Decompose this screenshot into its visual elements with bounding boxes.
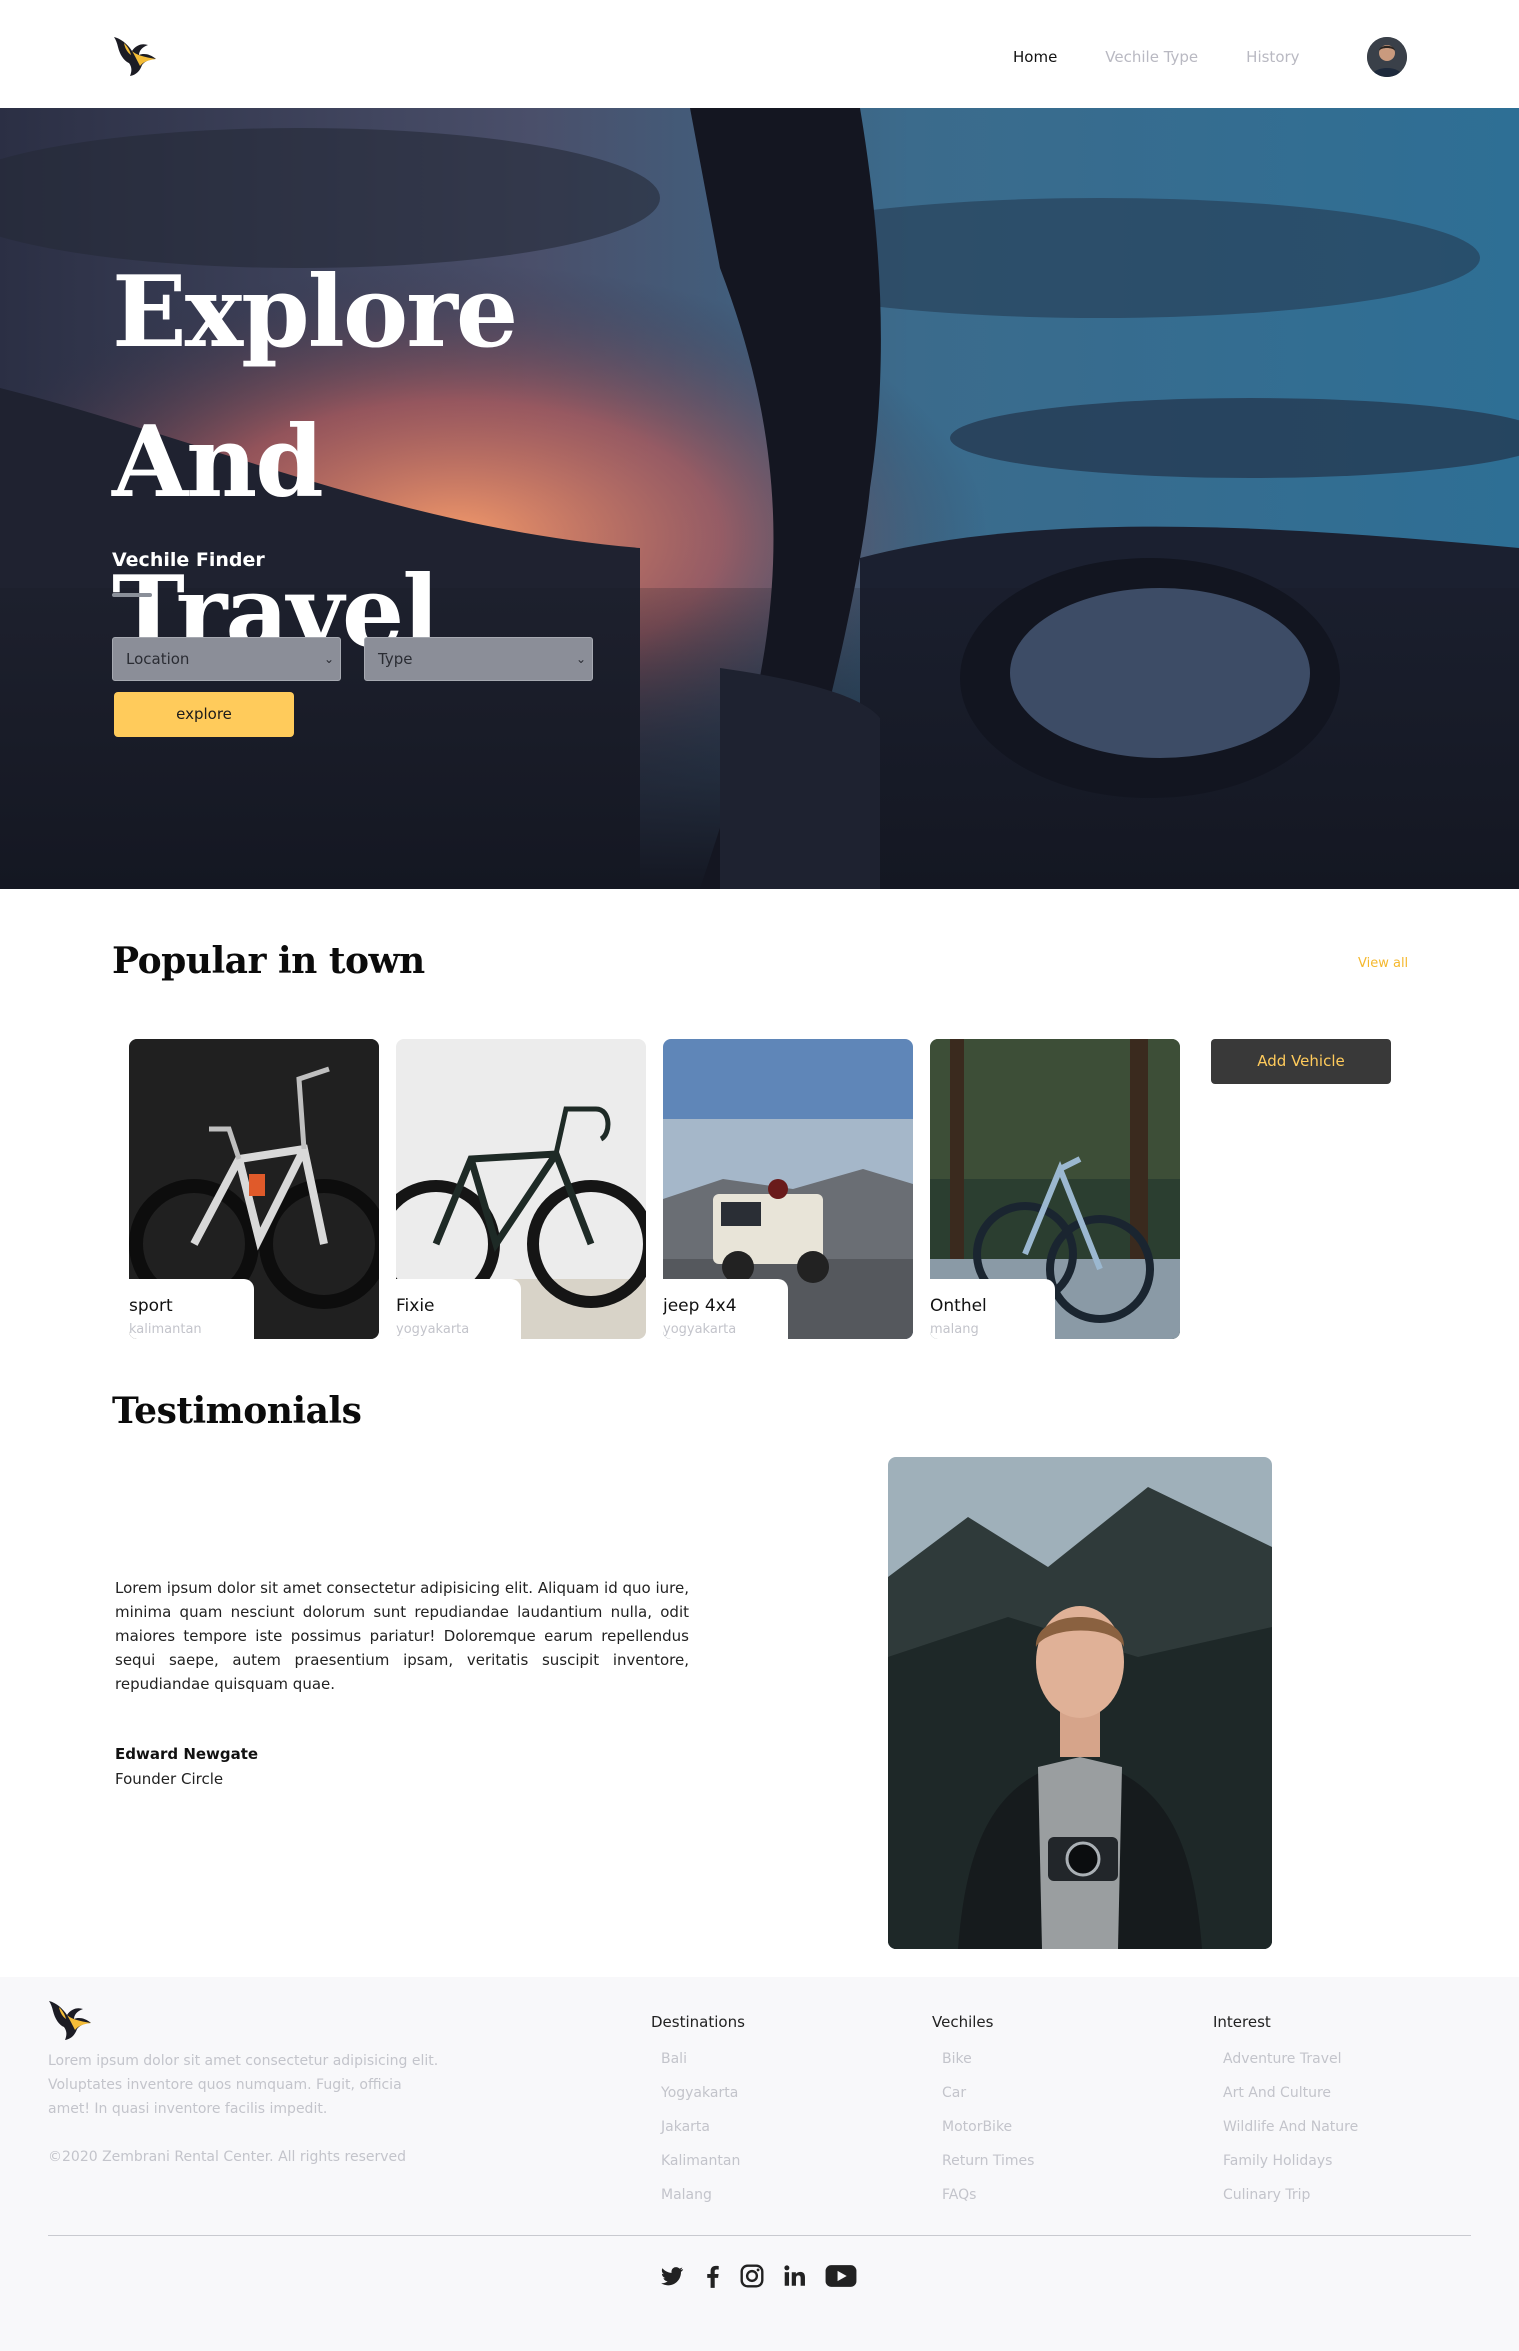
chevron-down-icon: ⌄ xyxy=(323,652,334,666)
vehicle-location: malang xyxy=(930,1322,979,1337)
footer-column-title: Interest xyxy=(1213,2013,1271,2031)
footer-column-vehicles: Vechiles Bike Car MotorBike Return Times… xyxy=(932,2013,1034,2212)
vehicle-card-label: Fixie yogyakarta xyxy=(396,1279,521,1339)
footer-link[interactable]: Family Holidays xyxy=(1213,2144,1358,2178)
type-select-value: Type xyxy=(378,650,413,668)
chevron-down-icon: ⌄ xyxy=(575,652,586,666)
popular-title: Popular in town xyxy=(112,940,425,982)
footer-link[interactable]: Wildlife And Nature xyxy=(1213,2110,1358,2144)
vehicle-name: Fixie xyxy=(396,1296,435,1316)
vehicle-name: jeep 4x4 xyxy=(663,1296,737,1316)
footer-link[interactable]: Culinary Trip xyxy=(1213,2178,1358,2212)
view-all-link[interactable]: View all xyxy=(1358,956,1408,971)
footer-logo[interactable] xyxy=(47,1997,99,2041)
testimonials-title: Testimonials xyxy=(112,1390,362,1432)
hero-divider xyxy=(112,593,152,597)
footer-link[interactable]: Bali xyxy=(651,2042,745,2076)
footer-link[interactable]: MotorBike xyxy=(932,2110,1034,2144)
facebook-icon[interactable] xyxy=(701,2263,723,2289)
testimonial-author-role: Founder Circle xyxy=(115,1770,224,1788)
vehicle-card-label: jeep 4x4 yogyakarta xyxy=(663,1279,788,1339)
nav-history[interactable]: History xyxy=(1246,48,1299,66)
footer-link[interactable]: Car xyxy=(932,2076,1034,2110)
vehicle-card[interactable]: Onthel malang xyxy=(930,1039,1180,1339)
eagle-logo-icon xyxy=(49,2001,91,2040)
nav-home[interactable]: Home xyxy=(1013,48,1057,66)
vehicle-card[interactable]: sport kalimantan xyxy=(129,1039,379,1339)
footer-copyright: ©2020 Zembrani Rental Center. All rights… xyxy=(48,2149,407,2165)
eagle-logo-icon xyxy=(114,37,156,76)
explore-button[interactable]: explore xyxy=(114,692,294,737)
footer-link[interactable]: Malang xyxy=(651,2178,745,2212)
add-vehicle-button[interactable]: Add Vehicle xyxy=(1211,1039,1391,1084)
vehicle-name: Onthel xyxy=(930,1296,987,1316)
footer: Lorem ipsum dolor sit amet consectetur a… xyxy=(0,1977,1519,2351)
hero: Explore And Travel Vechile Finder Locati… xyxy=(0,108,1519,889)
vehicle-location: yogyakarta xyxy=(663,1322,737,1337)
hero-title-line1: Explore And xyxy=(112,255,518,520)
footer-column-interest: Interest Adventure Travel Art And Cultur… xyxy=(1213,2013,1358,2212)
youtube-icon[interactable] xyxy=(825,2263,857,2289)
type-select[interactable]: Type ⌄ xyxy=(364,637,593,681)
social-links xyxy=(659,2263,857,2289)
hero-subtitle: Vechile Finder xyxy=(112,549,265,571)
twitter-icon[interactable] xyxy=(659,2263,685,2289)
vehicle-card[interactable]: jeep 4x4 yogyakarta xyxy=(663,1039,913,1339)
testimonial-author: Edward Newgate xyxy=(115,1745,259,1763)
brand-logo[interactable] xyxy=(112,33,164,77)
footer-column-title: Destinations xyxy=(651,2013,745,2031)
instagram-icon[interactable] xyxy=(739,2263,765,2289)
footer-divider xyxy=(48,2235,1471,2236)
location-select-value: Location xyxy=(126,650,190,668)
footer-link[interactable]: Jakarta xyxy=(651,2110,745,2144)
footer-description: Lorem ipsum dolor sit amet consectetur a… xyxy=(48,2053,439,2117)
footer-link[interactable]: FAQs xyxy=(932,2178,1034,2212)
vehicle-name: sport xyxy=(129,1296,173,1316)
footer-link[interactable]: Return Times xyxy=(932,2144,1034,2178)
footer-link[interactable]: Bike xyxy=(932,2042,1034,2076)
testimonial-quote: Lorem ipsum dolor sit amet consectetur a… xyxy=(115,1579,689,1693)
navbar: Home Vechile Type History xyxy=(0,0,1519,108)
linkedin-icon[interactable] xyxy=(781,2263,809,2289)
footer-link[interactable]: Adventure Travel xyxy=(1213,2042,1358,2076)
footer-link[interactable]: Art And Culture xyxy=(1213,2076,1358,2110)
vehicle-location: yogyakarta xyxy=(396,1322,470,1337)
footer-link[interactable]: Yogyakarta xyxy=(651,2076,745,2110)
testimonial-portrait xyxy=(888,1457,1272,1949)
hero-title: Explore And Travel xyxy=(112,238,752,688)
footer-column-destinations: Destinations Bali Yogyakarta Jakarta Kal… xyxy=(651,2013,745,2212)
nav-vehicle-type[interactable]: Vechile Type xyxy=(1105,48,1198,66)
location-select[interactable]: Location ⌄ xyxy=(112,637,341,681)
footer-link[interactable]: Kalimantan xyxy=(651,2144,745,2178)
vehicle-location: kalimantan xyxy=(129,1322,202,1337)
footer-column-title: Vechiles xyxy=(932,2013,994,2031)
vehicle-card-label: sport kalimantan xyxy=(129,1279,254,1339)
testimonial-photo xyxy=(888,1457,1272,1949)
main-nav: Home Vechile Type History xyxy=(1013,48,1348,66)
vehicle-card-label: Onthel malang xyxy=(930,1279,1055,1339)
user-avatar[interactable] xyxy=(1367,37,1407,77)
vehicle-card[interactable]: Fixie yogyakarta xyxy=(396,1039,646,1339)
